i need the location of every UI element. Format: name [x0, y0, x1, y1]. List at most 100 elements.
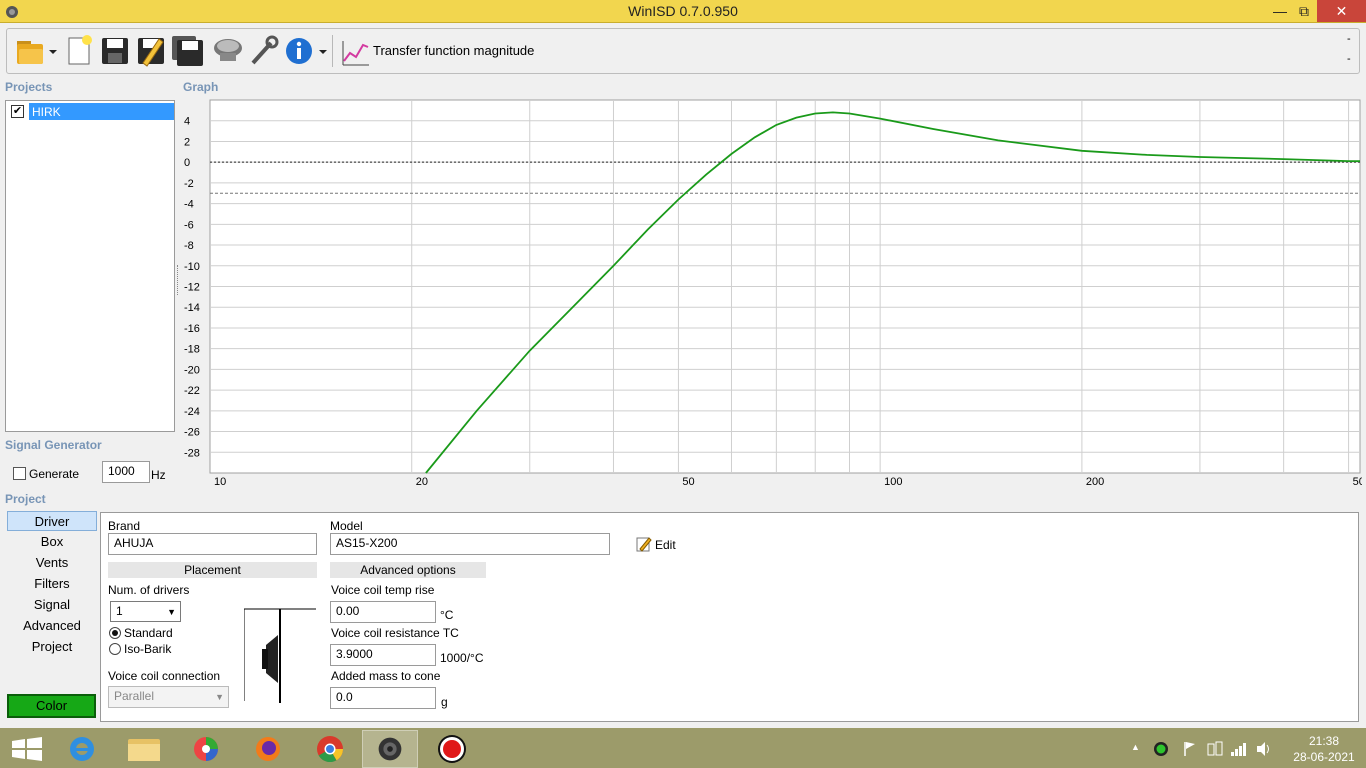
save-all-icon[interactable]: [171, 33, 203, 69]
toolbar: Transfer function magnitude - -: [6, 28, 1360, 74]
edit-button[interactable]: Edit: [655, 538, 676, 552]
volume-icon[interactable]: [1255, 740, 1273, 758]
x-tick-label: 50: [682, 476, 694, 488]
standard-label: Standard: [124, 626, 173, 640]
action-center-flag-icon[interactable]: [1182, 740, 1198, 758]
graph-icon[interactable]: [339, 33, 371, 69]
num-drivers-label: Num. of drivers: [108, 583, 190, 597]
generate-checkbox[interactable]: [13, 467, 26, 480]
tray-status-icon[interactable]: [1152, 740, 1170, 758]
y-tick-label: -16: [184, 323, 200, 335]
y-tick-label: -6: [184, 219, 194, 231]
y-tick-label: 4: [184, 116, 190, 128]
file-explorer-icon[interactable]: [116, 730, 172, 768]
chevron-down-icon: ▼: [215, 692, 224, 702]
maximize-button[interactable]: ⧉: [1290, 0, 1318, 22]
signal-generator-label: Signal Generator: [5, 438, 102, 452]
vc-temp-rise-input[interactable]: 0.00: [330, 601, 436, 623]
x-tick-label: 100: [884, 476, 902, 488]
nav-box[interactable]: Box: [7, 532, 97, 552]
x-tick-label: 500: [1353, 476, 1362, 488]
y-tick-label: -12: [184, 282, 200, 294]
added-mass-input[interactable]: 0.0: [330, 687, 436, 709]
clock[interactable]: 21:38 28-06-2021: [1288, 733, 1360, 765]
transfer-function-graph[interactable]: 420-2-4-6-8-10-12-14-16-18-20-22-24-26-2…: [180, 96, 1362, 490]
driver-icon[interactable]: [212, 33, 244, 69]
nav-driver[interactable]: Driver: [7, 511, 97, 531]
open-dropdown-arrow[interactable]: [49, 50, 57, 54]
tray-expand-icon[interactable]: ▲: [1131, 742, 1140, 752]
window-title: WinISD 0.7.0.950: [628, 3, 738, 19]
signal-bars-icon[interactable]: [1230, 740, 1248, 758]
save-as-icon[interactable]: [135, 33, 167, 69]
isobarik-label: Iso-Barik: [124, 642, 172, 656]
toolbar-marker-bottom: -: [1347, 53, 1351, 65]
voice-coil-connection-value: Parallel: [114, 689, 155, 703]
vc-resistance-tc-input[interactable]: 3.9000: [330, 644, 436, 666]
new-document-icon[interactable]: [63, 33, 95, 69]
internet-explorer-icon[interactable]: [54, 730, 110, 768]
chevron-down-icon: ▼: [167, 607, 176, 617]
generate-label: Generate: [29, 467, 80, 481]
nav-vents[interactable]: Vents: [7, 553, 97, 573]
y-tick-labels: 4 2 0 -2 -4 -6 -8 -10 -12 -14 -16 -18 -20 -22 -24 -26 -2…: [184, 116, 200, 460]
x-tick-label: 200: [1086, 476, 1104, 488]
project-item-hirk[interactable]: ✔ HIRK: [8, 103, 174, 120]
tools-icon[interactable]: [247, 33, 279, 69]
y-tick-label: -24: [184, 406, 200, 418]
picasa-icon[interactable]: [178, 730, 234, 768]
save-icon[interactable]: [99, 33, 131, 69]
chrome-icon[interactable]: [302, 730, 358, 768]
added-mass-unit: g: [441, 695, 448, 709]
nav-advanced[interactable]: Advanced: [7, 616, 97, 636]
edit-icon[interactable]: [636, 536, 652, 552]
info-icon[interactable]: [283, 33, 315, 69]
y-tick-label: -14: [184, 302, 200, 314]
vc-temp-rise-unit: °C: [440, 608, 454, 622]
graph-type-label[interactable]: Transfer function magnitude: [373, 43, 534, 58]
voice-coil-connection-select: Parallel ▼: [108, 686, 229, 708]
x-tick-labels: 10 20 50 100 200 500: [214, 476, 1362, 488]
y-tick-label: -22: [184, 385, 200, 397]
firefox-icon[interactable]: [240, 730, 296, 768]
projects-list[interactable]: ✔ HIRK: [5, 100, 175, 432]
info-dropdown-arrow[interactable]: [319, 50, 327, 54]
y-tick-label: 2: [184, 136, 190, 148]
nav-filters[interactable]: Filters: [7, 574, 97, 594]
graph-label: Graph: [183, 80, 219, 94]
added-mass-label: Added mass to cone: [331, 669, 441, 683]
nav-project[interactable]: Project: [7, 637, 97, 657]
model-input[interactable]: AS15-X200: [330, 533, 610, 555]
recorder-icon[interactable]: [424, 730, 480, 768]
winisd-icon[interactable]: [362, 730, 418, 768]
power-icon[interactable]: [1206, 740, 1224, 758]
placement-header: Placement: [108, 562, 317, 578]
model-label: Model: [330, 519, 363, 533]
num-drivers-value: 1: [116, 604, 123, 618]
standard-radio[interactable]: [109, 627, 121, 639]
nav-signal[interactable]: Signal: [7, 595, 97, 615]
project-name[interactable]: HIRK: [29, 103, 174, 120]
signal-frequency-input[interactable]: 1000: [102, 461, 150, 483]
isobarik-radio[interactable]: [109, 643, 121, 655]
toolbar-separator: [332, 35, 333, 67]
splitter-handle[interactable]: [177, 265, 179, 295]
clock-time: 21:38: [1308, 734, 1340, 748]
title-bar[interactable]: WinISD 0.7.0.950 — ⧉ ✕: [0, 0, 1366, 23]
driver-panel: Brand AHUJA Model AS15-X200 Edit Placeme…: [100, 512, 1359, 722]
driver-placement-diagram: [244, 608, 316, 703]
project-section-label: Project: [5, 492, 46, 506]
brand-label: Brand: [108, 519, 141, 533]
num-drivers-select[interactable]: 1 ▼: [110, 601, 181, 622]
brand-input[interactable]: AHUJA: [108, 533, 317, 555]
color-button[interactable]: Color: [7, 694, 96, 718]
x-tick-label: 10: [214, 476, 226, 488]
close-button[interactable]: ✕: [1317, 0, 1366, 22]
projects-label: Projects: [5, 80, 53, 94]
vc-resistance-tc-label: Voice coil resistance TC: [331, 626, 459, 640]
open-folder-icon[interactable]: [13, 33, 45, 69]
signal-frequency-unit: Hz: [151, 468, 166, 482]
project-checkbox[interactable]: ✔: [11, 105, 24, 118]
start-icon[interactable]: [0, 730, 56, 768]
x-tick-label: 20: [416, 476, 428, 488]
